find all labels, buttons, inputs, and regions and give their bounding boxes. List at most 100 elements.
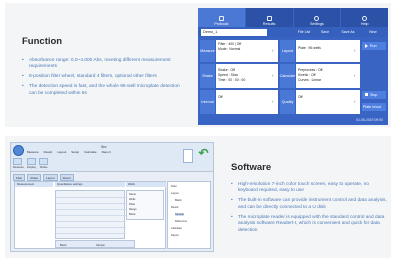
run-button[interactable]: Run <box>362 42 386 50</box>
measure-cell[interactable]: Filter : 400 | Off Mode : Normal › <box>216 40 278 62</box>
tab-label: Help <box>360 22 369 26</box>
plate-in-out-button[interactable]: Plate in/out <box>362 103 386 111</box>
plate-row-line <box>56 221 126 222</box>
menu-item[interactable]: Result <box>44 150 53 154</box>
menu-item[interactable]: Measure <box>27 150 39 154</box>
measurement-header: Measurement <box>15 182 53 187</box>
property-label: Wells <box>129 198 136 201</box>
interval-cell[interactable]: Off › <box>216 90 278 114</box>
tab-settings[interactable]: Settings <box>294 8 342 27</box>
plate-row-line <box>56 215 126 216</box>
refresh-arrow-icon[interactable]: ↶ <box>197 147 210 160</box>
menu-item[interactable]: Setup <box>71 150 79 154</box>
software-toolbar: Measure Display Shake <box>13 158 49 169</box>
software-bullet-list: High-resolution 7-inch color touch scree… <box>231 182 389 238</box>
measure-label: Measure <box>200 40 215 62</box>
software-bullet: The microplate reader is equipped with t… <box>231 215 389 234</box>
menu-item[interactable]: Report <box>102 150 111 154</box>
document-icon[interactable] <box>183 149 193 163</box>
table-icon <box>266 16 272 21</box>
tree-node[interactable]: Calculate <box>171 227 182 230</box>
tool-label: Measure <box>13 165 24 169</box>
sample-bar: Blank Sample <box>55 240 135 248</box>
property-label: Plate <box>129 203 135 206</box>
plate-row-line <box>56 233 126 234</box>
chevron-right-icon: › <box>272 73 274 78</box>
interval-label: Interval <box>200 90 215 114</box>
layout-label: Layout <box>280 40 295 62</box>
chevron-right-icon: › <box>272 48 274 53</box>
display-tool[interactable]: Display <box>26 158 37 169</box>
tree-node-selected[interactable]: Sample <box>175 213 184 216</box>
software-menu: Measure Result Layout Setup Calculate Re… <box>27 150 111 154</box>
tab-help[interactable]: Help <box>341 8 388 27</box>
quality-cell[interactable]: Off › <box>296 90 360 114</box>
function-bullet: 8-position filter wheel, standard 4 filt… <box>22 74 180 81</box>
play-icon <box>365 43 368 48</box>
tree-node[interactable]: Blank <box>175 199 182 202</box>
shake-time-value: Time : 00 : 00 : 00 <box>218 78 246 82</box>
file-list-button[interactable]: File List <box>294 29 314 35</box>
quantitative-header: Quantitative settings <box>55 182 125 187</box>
property-label: Blank <box>129 213 136 216</box>
calculate-label: Calculate <box>280 64 295 88</box>
menu-item[interactable]: Layout <box>57 150 66 154</box>
tab-label: Results <box>262 22 276 26</box>
tree-node[interactable]: Filter <box>171 185 177 188</box>
status-datetime: 01-06-2019 09:00 <box>356 118 383 122</box>
shake-cell[interactable]: Shake : Off Speed : Slow Time : 00 : 00 … <box>216 64 278 88</box>
save-button[interactable]: Save <box>316 29 334 35</box>
stop-button[interactable]: Stop <box>362 91 386 99</box>
tab-label: Protocal <box>214 22 229 26</box>
tab-protocal[interactable]: Protocal <box>198 8 246 27</box>
function-bullet-list: Absorbance range: 0.0~4.000 Abs, meeting… <box>22 58 180 101</box>
blank-label: Blank <box>60 244 67 247</box>
document-icon <box>218 16 224 21</box>
tree-node[interactable]: Reference <box>175 220 187 223</box>
software-tree-panel: Filter Layout Blank Result Sample Refere… <box>167 181 211 249</box>
software-ribbon: Sec Measure Result Layout Setup Calculat… <box>11 143 213 172</box>
tab-result[interactable]: Result <box>59 174 74 181</box>
shake-tool[interactable]: Shake <box>39 158 49 169</box>
display-icon <box>26 158 36 165</box>
interval-value: Off <box>218 95 223 99</box>
new-button[interactable]: New <box>362 29 384 35</box>
tree-node[interactable]: Layout <box>171 192 179 195</box>
plate-grid[interactable] <box>55 190 126 239</box>
tab-layout[interactable]: Layout <box>43 174 58 181</box>
stop-icon <box>365 93 368 96</box>
file-name-field[interactable]: Demo_1 <box>201 28 267 36</box>
plate-row-line <box>56 197 126 198</box>
save-as-button[interactable]: Save As <box>336 29 360 35</box>
software-main-panel: Measurement Quantitative settings Wells … <box>14 181 166 249</box>
layout-plate-value: Plate : 96 wells <box>298 46 321 50</box>
protocol-grid: Measure Filter : 400 | Off Mode : Normal… <box>200 40 360 114</box>
property-label: Range <box>129 208 137 211</box>
tab-results[interactable]: Results <box>246 8 294 27</box>
wells-header: Wells <box>126 182 166 187</box>
software-window-title: Sec <box>101 145 107 149</box>
measure-icon <box>13 158 22 165</box>
tool-label: Display <box>26 165 37 169</box>
software-bullet: The built-in software can provide instru… <box>231 198 389 211</box>
menu-item[interactable]: Calculate <box>84 150 97 154</box>
stop-label: Stop <box>370 93 378 97</box>
tab-label: Settings <box>310 22 324 26</box>
info-icon <box>362 16 368 21</box>
chevron-right-icon: › <box>354 99 356 104</box>
plate-row-line <box>56 203 126 204</box>
measure-mode-value: Mode : Normal <box>218 47 241 51</box>
layout-cell[interactable]: Plate : 96 wells › <box>296 40 360 62</box>
calculate-cell[interactable]: Preprocess : Off Kinetic : Off Curves : … <box>296 64 360 88</box>
software-bullet: High-resolution 7-inch color touch scree… <box>231 182 389 195</box>
tab-filter[interactable]: Filter <box>13 174 26 181</box>
plate-row-line <box>56 209 126 210</box>
tab-shake[interactable]: Shake <box>27 174 42 181</box>
chevron-right-icon: › <box>272 99 274 104</box>
curves-value: Curves : Linear <box>298 78 321 82</box>
tree-node[interactable]: Result <box>171 206 178 209</box>
measure-tool[interactable]: Measure <box>13 158 24 169</box>
sample-label: Sample <box>96 244 105 247</box>
tree-node[interactable]: Report <box>171 234 179 237</box>
app-orb-icon[interactable] <box>13 145 24 156</box>
